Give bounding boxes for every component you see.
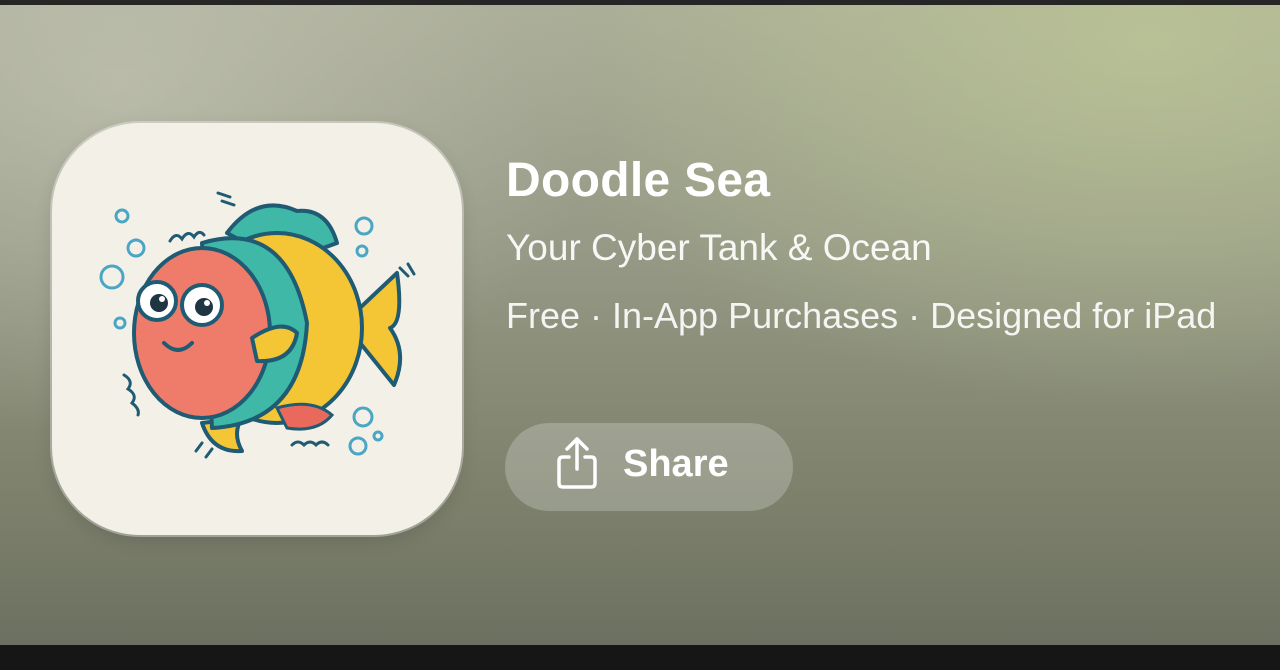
share-button-label: Share [623,443,729,485]
app-header: Doodle Sea Your Cyber Tank & Ocean Free … [0,5,1280,645]
app-title: Doodle Sea [506,154,771,207]
share-button[interactable]: Share [505,423,793,511]
app-meta-info: Free · In-App Purchases · Designed for i… [506,295,1217,336]
app-subtitle: Your Cyber Tank & Ocean [506,227,932,268]
bottom-edge [0,645,1280,670]
share-icon [557,437,597,489]
app-icon [52,123,462,535]
doodle-fish-icon [99,191,416,459]
